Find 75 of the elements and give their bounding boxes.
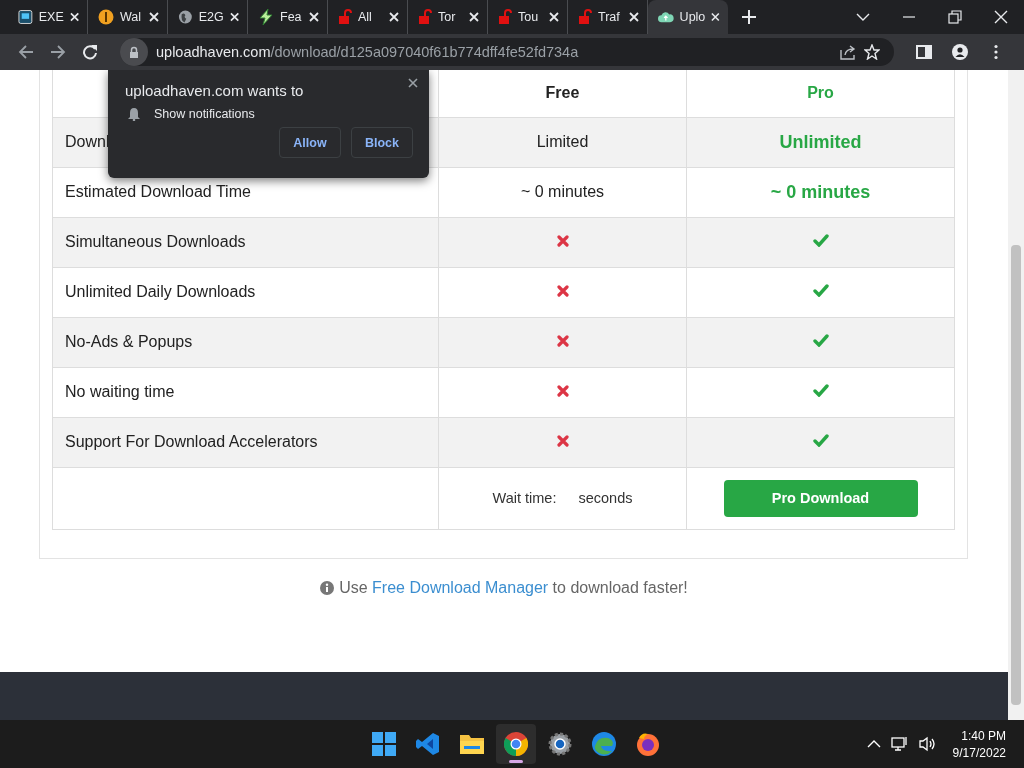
browser-tab[interactable]: Uplo — [648, 0, 728, 34]
table-cell: ~ 0 minutes — [438, 167, 687, 217]
taskbar-button[interactable] — [496, 724, 536, 764]
lock-icon — [338, 9, 352, 25]
back-arrow-icon[interactable] — [18, 44, 34, 60]
lock-icon — [498, 9, 512, 25]
gear-icon[interactable] — [548, 732, 572, 756]
download-manager-link[interactable]: Free Download Manager — [372, 578, 549, 596]
check-icon — [812, 334, 829, 347]
wave-icon[interactable] — [592, 732, 616, 756]
lock-icon — [418, 9, 432, 25]
lock-icon — [578, 9, 592, 25]
profile-icon[interactable] — [952, 44, 968, 60]
table-cell: Limited — [438, 117, 687, 167]
volume-icon[interactable] — [918, 736, 937, 752]
reload-icon[interactable] — [82, 44, 98, 60]
wait-label: Wait time: — [492, 490, 557, 506]
table-cell: Unlimited — [686, 117, 955, 167]
clock-date[interactable]: 9/17/2022 — [952, 745, 1006, 760]
check-icon — [812, 384, 829, 397]
tab-title: Tor — [438, 10, 457, 24]
cross-icon — [556, 235, 569, 247]
tab-title: Tou — [518, 10, 540, 24]
table-cell: Support For Download Accelerators — [52, 417, 439, 467]
fox-icon[interactable] — [636, 732, 660, 756]
popup-title: uploadhaven.com wants to — [125, 82, 305, 99]
bulb-icon — [98, 9, 114, 25]
column-header: Pro — [686, 70, 955, 117]
cross-icon — [556, 335, 569, 347]
table-cell: No-Ads & Popups — [52, 317, 439, 367]
plus-icon[interactable] — [742, 10, 756, 24]
popup-button[interactable]: Allow — [279, 127, 341, 158]
tip-text: Use Free Download Manager to download faster! — [339, 578, 688, 597]
code-editor-icon[interactable] — [416, 732, 440, 756]
popup-button[interactable]: Block — [351, 127, 413, 158]
close-icon[interactable] — [408, 78, 418, 88]
cloud-icon — [658, 9, 674, 25]
tab-title: Uplo — [679, 10, 706, 24]
star-icon[interactable] — [864, 44, 880, 60]
forward-arrow-icon[interactable] — [50, 44, 66, 60]
cross-icon — [556, 385, 569, 397]
network-icon[interactable] — [890, 736, 909, 752]
clock-time[interactable]: 1:40 PM — [961, 728, 1006, 743]
restore-icon[interactable] — [948, 10, 962, 24]
tab-title: Wal — [120, 10, 143, 24]
lock-icon[interactable] — [129, 46, 139, 58]
windows-icon[interactable] — [372, 732, 396, 756]
tab-title: All — [358, 10, 373, 24]
globe-icon — [178, 9, 193, 25]
table-cell: Unlimited Daily Downloads — [52, 267, 439, 317]
tab-title: Traf — [598, 10, 621, 24]
side-panel-icon[interactable] — [916, 44, 932, 60]
check-icon — [812, 234, 829, 247]
column-header: Free — [438, 70, 687, 117]
table-cell: Simultaneous Downloads — [52, 217, 439, 267]
info-icon — [320, 580, 335, 595]
table-cell: ~ 0 minutes — [686, 167, 955, 217]
table-cell: No waiting time — [52, 367, 439, 417]
folder-icon[interactable] — [460, 733, 484, 755]
cross-icon — [556, 285, 569, 297]
monitor-icon — [18, 9, 33, 25]
bell-icon — [128, 107, 140, 121]
lightning-icon — [258, 9, 274, 25]
scrollbar[interactable] — [1008, 70, 1024, 720]
share-icon[interactable] — [840, 44, 856, 60]
cross-icon — [556, 435, 569, 447]
check-icon — [812, 284, 829, 297]
url-text: uploadhaven.com/download/d125a097040f61b774dff4fe52fd734a — [156, 44, 580, 60]
wait-unit: seconds — [578, 490, 633, 506]
tab-title: Fea — [280, 10, 303, 24]
check-icon — [812, 434, 829, 447]
tab-title: E2G — [198, 10, 224, 24]
browser-icon[interactable] — [504, 732, 528, 756]
tab-title: EXE — [38, 10, 64, 24]
address-bar[interactable]: uploadhaven.com/download/d125a097040f61b774dff4fe52fd734a — [120, 38, 894, 66]
